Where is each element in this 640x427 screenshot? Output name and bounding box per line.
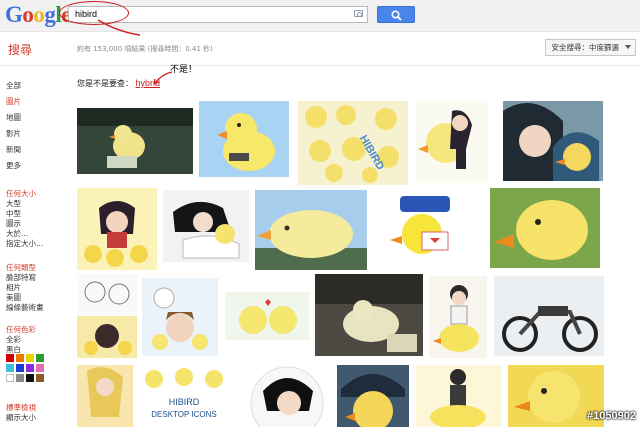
color-swatch[interactable] — [6, 354, 14, 362]
image-result[interactable] — [490, 188, 600, 268]
search-button[interactable] — [377, 6, 415, 23]
color-swatch[interactable] — [26, 364, 34, 372]
filter-type-lineart[interactable]: 線條藝術畫 — [6, 302, 44, 313]
image-result[interactable] — [77, 274, 137, 358]
image-result[interactable] — [416, 101, 488, 183]
search-heading: 搜尋 — [8, 43, 33, 57]
filter-size-exact[interactable]: 指定大小... — [6, 238, 43, 249]
image-result[interactable] — [416, 365, 502, 427]
search-icon — [391, 10, 402, 21]
image-result[interactable] — [315, 274, 423, 356]
did-you-mean: 您是不是要查： hybrid — [77, 78, 160, 89]
result-stats: 約有 153,000 項結果 (搜尋時間：0.41 秒) — [77, 45, 213, 53]
sidebar-item-videos[interactable]: 影片 — [6, 128, 21, 139]
image-result[interactable] — [337, 365, 409, 427]
results-toolbar: 搜尋 約有 153,000 項結果 (搜尋時間：0.41 秒) 安全搜尋：中度篩… — [0, 32, 640, 66]
color-swatch[interactable] — [26, 354, 34, 362]
image-result[interactable] — [429, 276, 487, 358]
color-swatch[interactable] — [16, 374, 24, 382]
image-result[interactable] — [243, 363, 331, 427]
watermark-id: #1050902 — [587, 410, 636, 422]
sidebar-item-all[interactable]: 全部 — [6, 80, 21, 91]
color-swatch[interactable] — [16, 364, 24, 372]
desktop-icons-subtitle: DESKTOP ICONS — [151, 410, 217, 419]
safesearch-label: 安全搜尋：中度篩選 — [551, 43, 620, 52]
chevron-down-icon — [625, 45, 631, 49]
image-result[interactable] — [77, 188, 157, 270]
annotation-arrow — [153, 71, 173, 85]
image-result[interactable] — [378, 192, 472, 264]
color-swatch[interactable] — [6, 364, 14, 372]
color-swatch[interactable] — [36, 364, 44, 372]
did-you-mean-label: 您是不是要查： — [77, 79, 133, 88]
image-result[interactable] — [142, 278, 218, 356]
color-swatch[interactable] — [36, 354, 44, 362]
image-result[interactable] — [225, 292, 309, 340]
top-bar: Google hibird — [0, 0, 640, 36]
sidebar-item-news[interactable]: 新聞 — [6, 144, 21, 155]
image-result[interactable] — [255, 190, 367, 270]
image-result[interactable]: HIBIRD — [298, 101, 408, 185]
image-result[interactable] — [77, 108, 193, 174]
color-swatch[interactable] — [36, 374, 44, 382]
sidebar-item-more[interactable]: 更多 — [6, 160, 21, 171]
image-result[interactable] — [77, 365, 133, 427]
image-result[interactable] — [494, 276, 604, 356]
image-result[interactable] — [163, 190, 249, 262]
color-swatch[interactable] — [16, 354, 24, 362]
view-show-sizes[interactable]: 顯示大小 — [6, 412, 36, 423]
camera-icon[interactable] — [354, 10, 363, 17]
sidebar-item-maps[interactable]: 地圖 — [6, 112, 21, 123]
color-swatch[interactable] — [6, 374, 14, 382]
image-result[interactable] — [503, 101, 603, 181]
safesearch-dropdown[interactable]: 安全搜尋：中度篩選 — [544, 39, 636, 56]
image-result[interactable] — [199, 101, 289, 177]
image-result[interactable]: HIBIRD DESKTOP ICONS — [138, 365, 230, 427]
color-swatch[interactable] — [26, 374, 34, 382]
desktop-icons-title: HIBIRD — [169, 397, 200, 407]
sidebar-item-images[interactable]: 圖片 — [6, 96, 21, 107]
